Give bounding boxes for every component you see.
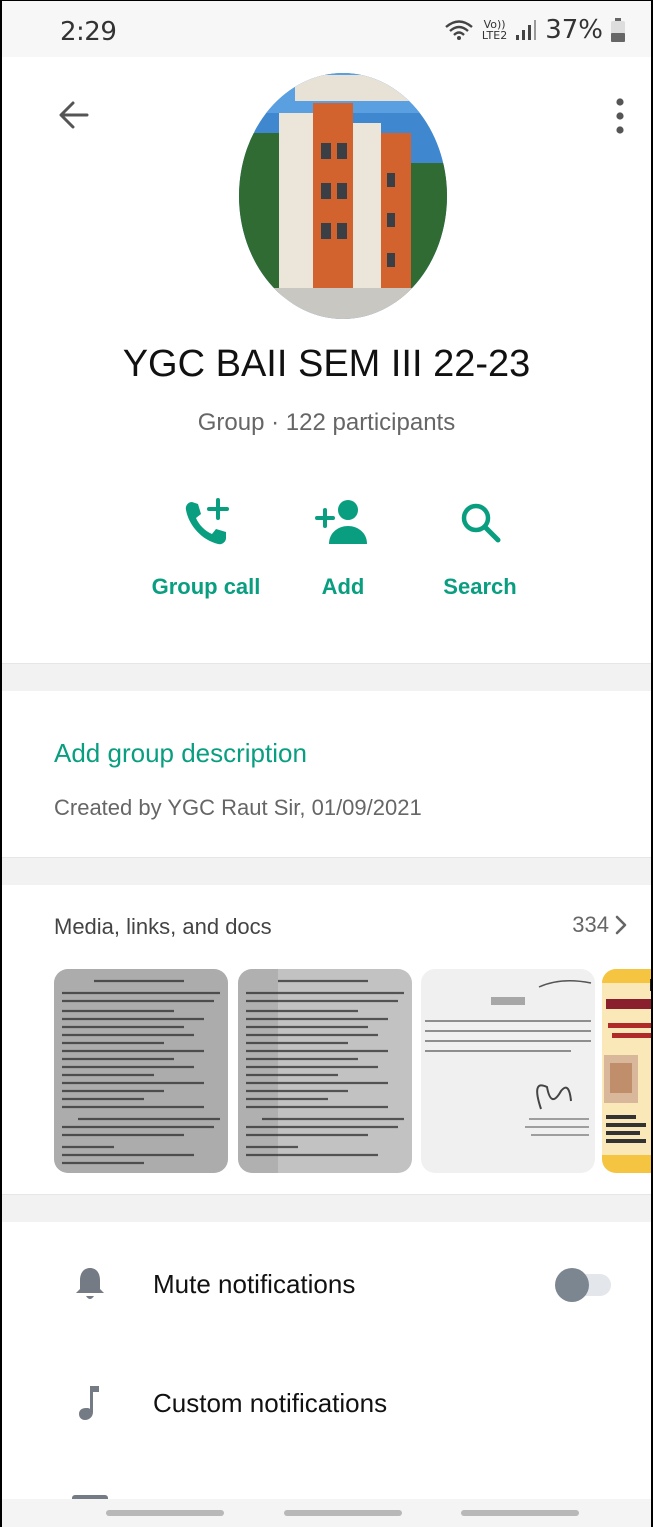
search-icon bbox=[461, 503, 501, 543]
status-indicators: Vo)) LTE2 37% bbox=[444, 15, 625, 45]
group-avatar[interactable] bbox=[239, 73, 447, 319]
battery-percent: 37% bbox=[545, 15, 603, 45]
group-participants: Group · 122 participants bbox=[197, 409, 456, 436]
network-lte: LTE2 bbox=[481, 29, 508, 42]
wifi-icon bbox=[445, 20, 473, 40]
custom-notifications-label: Custom notifications bbox=[153, 1388, 388, 1418]
more-vert-icon[interactable] bbox=[607, 96, 633, 136]
mute-notifications-label: Mute notifications bbox=[153, 1269, 356, 1299]
chevron-right-icon bbox=[615, 915, 627, 935]
media-count-value: 334 bbox=[572, 912, 609, 937]
section-divider bbox=[2, 663, 651, 691]
custom-notifications-row[interactable]: Custom notifications bbox=[2, 1368, 651, 1438]
add-participant-button[interactable]: Add bbox=[278, 496, 408, 600]
created-by-text: Created by YGC Raut Sir, 01/09/2021 bbox=[54, 795, 422, 820]
add-group-description-link[interactable]: Add group description bbox=[54, 738, 307, 769]
search-button[interactable]: Search bbox=[415, 496, 545, 600]
add-person-icon bbox=[315, 500, 367, 544]
arrow-left-icon[interactable] bbox=[57, 98, 91, 132]
battery-icon bbox=[611, 18, 625, 42]
navigation-bar bbox=[2, 1499, 651, 1527]
search-label: Search bbox=[443, 574, 517, 599]
status-bar: 2:29 Vo)) LTE2 37% bbox=[2, 1, 651, 57]
media-thumbnail[interactable] bbox=[421, 969, 595, 1173]
toggle-knob bbox=[555, 1268, 589, 1302]
media-thumbnail[interactable] bbox=[238, 969, 412, 1173]
section-divider bbox=[2, 857, 651, 885]
bell-icon bbox=[76, 1268, 104, 1299]
nav-recents-button[interactable] bbox=[106, 1510, 224, 1516]
signal-icon bbox=[516, 20, 537, 40]
group-call-button[interactable]: Group call bbox=[141, 496, 271, 600]
nav-back-button[interactable] bbox=[461, 1510, 579, 1516]
status-time: 2:29 bbox=[60, 17, 117, 47]
nav-home-button[interactable] bbox=[284, 1510, 402, 1516]
media-links-docs-label[interactable]: Media, links, and docs bbox=[54, 914, 272, 940]
mute-notifications-toggle[interactable] bbox=[555, 1267, 613, 1302]
media-count[interactable]: 334 bbox=[572, 912, 627, 938]
mute-notifications-row[interactable]: Mute notifications bbox=[2, 1249, 651, 1319]
media-thumbnail[interactable] bbox=[602, 969, 651, 1173]
group-call-label: Group call bbox=[151, 574, 261, 599]
music-note-icon bbox=[79, 1386, 99, 1420]
section-divider bbox=[2, 1194, 651, 1222]
add-call-icon bbox=[185, 498, 229, 545]
add-label: Add bbox=[321, 574, 365, 599]
group-name: YGC BAII SEM III 22-23 bbox=[122, 343, 531, 385]
network-type: Vo)) LTE2 bbox=[482, 19, 507, 41]
group-info-screen: 2:29 Vo)) LTE2 37% YGC BAII SEM III 22-2… bbox=[0, 0, 653, 1527]
media-thumbnail[interactable] bbox=[54, 969, 228, 1173]
